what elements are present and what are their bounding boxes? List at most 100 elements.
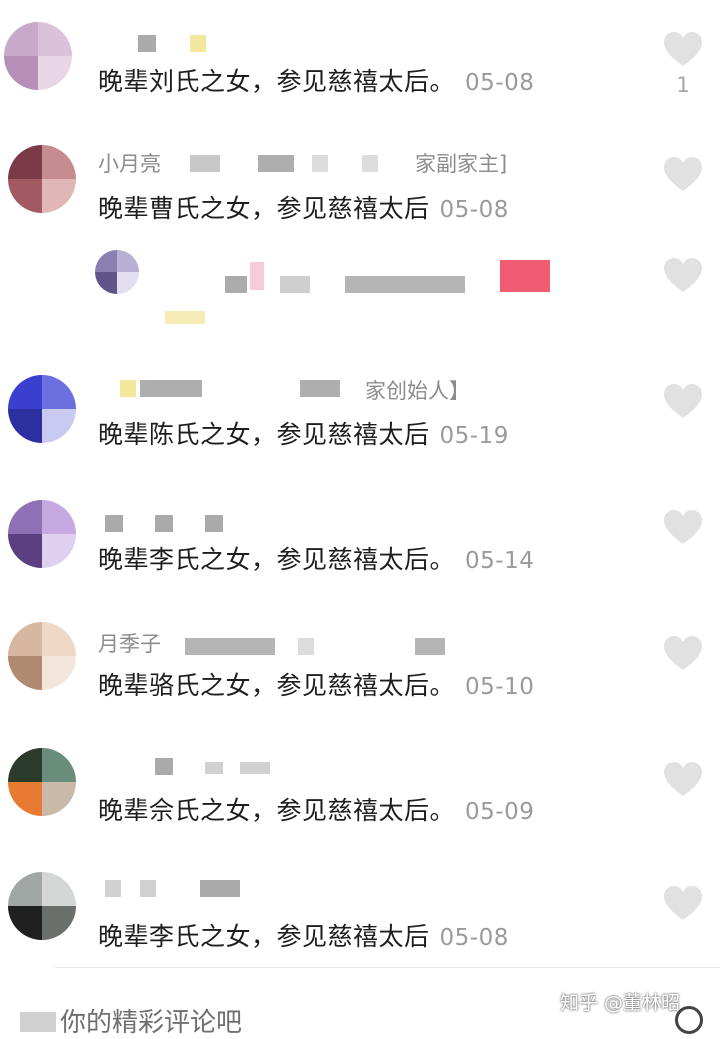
avatar-pixel [42,656,76,690]
blurred-reply-content [345,276,465,293]
blurred-username [105,880,121,897]
avatar-pixel [8,656,42,690]
blurred-input-prefix [20,1012,56,1032]
blurred-username [185,638,275,655]
family-badge: 家创始人】 [365,379,470,403]
blurred-reply-content [500,260,550,292]
avatar-pixel [8,782,42,816]
comment-input-placeholder[interactable]: 你的精彩评论吧 [60,1002,242,1039]
blurred-username [138,35,156,52]
blurred-username [155,515,173,532]
blurred-username [300,380,340,397]
blurred-username [415,638,445,655]
avatar-pixel [42,534,76,568]
comment-body: 晚辈李氏之女，参见慈禧太后 [98,922,430,951]
avatar-pixel [8,872,42,906]
heart-icon[interactable] [663,510,703,546]
avatar[interactable] [8,500,76,568]
avatar[interactable] [4,22,72,90]
avatar-pixel [8,534,42,568]
heart-icon[interactable] [663,762,703,798]
emoji-icon[interactable] [675,1006,703,1034]
blurred-username [362,155,378,172]
blurred-reply-content [225,276,247,293]
blurred-username [205,762,223,774]
avatar-pixel [38,22,72,56]
avatar-pixel [42,409,76,443]
comment-text: 晚辈曹氏之女，参见慈禧太后 05-08 [98,189,509,225]
avatar-pixel [42,179,76,213]
family-badge: 家副家主] [415,152,508,176]
avatar-pixel [42,145,76,179]
comment-body: 晚辈陈氏之女，参见慈禧太后 [98,420,430,449]
comment-text: 晚辈李氏之女，参见慈禧太后 05-08 [98,917,509,953]
blurred-username [155,758,173,775]
avatar-pixel [8,375,42,409]
blurred-username [240,762,270,774]
comment-date: 05-19 [439,423,509,449]
comment-body: 晚辈李氏之女，参见慈禧太后。 [98,545,456,574]
heart-icon[interactable] [663,258,703,294]
avatar[interactable] [8,145,76,213]
heart-icon[interactable] [663,886,703,922]
blurred-username [258,155,294,172]
comment-body: 晚辈刘氏之女，参见慈禧太后。 [98,67,456,96]
avatar-pixel [42,906,76,940]
comment-text: 晚辈李氏之女，参见慈禧太后。 05-14 [98,540,534,576]
reply-avatar[interactable] [95,250,139,294]
blurred-username [205,515,223,532]
avatar-pixel [8,145,42,179]
comment-text: 晚辈骆氏之女，参见慈禧太后。 05-10 [98,666,534,702]
blurred-username [200,880,240,897]
blurred-reply-content [250,262,264,290]
blurred-username [190,35,206,52]
like-count: 1 [676,73,690,97]
blurred-username [190,155,220,172]
heart-icon[interactable] [663,32,703,68]
heart-icon[interactable] [663,157,703,193]
avatar-pixel [4,22,38,56]
comment-body: 晚辈佘氏之女，参见慈禧太后。 [98,796,456,825]
username[interactable]: 月季子 [98,628,161,658]
comment-date: 05-10 [465,674,535,700]
comment-date: 05-08 [465,70,535,96]
watermark: 知乎 @董林昭 [560,992,681,1014]
avatar[interactable] [8,872,76,940]
avatar-pixel [8,500,42,534]
username[interactable]: 小月亮 [98,148,161,178]
comment-text: 晚辈刘氏之女，参见慈禧太后。 05-08 [98,62,534,98]
avatar[interactable] [8,375,76,443]
blurred-username [298,638,314,655]
avatar-pixel [8,622,42,656]
blurred-reply-date [165,311,205,324]
avatar[interactable] [8,748,76,816]
heart-icon[interactable] [663,636,703,672]
comment-date: 05-08 [439,925,509,951]
avatar-pixel [117,250,139,272]
avatar-pixel [42,500,76,534]
avatar-pixel [38,56,72,90]
comment-text: 晚辈陈氏之女，参见慈禧太后 05-19 [98,415,509,451]
avatar-pixel [95,250,117,272]
avatar-pixel [42,748,76,782]
blurred-username [105,515,123,532]
comment-text: 晚辈佘氏之女，参见慈禧太后。 05-09 [98,791,534,827]
heart-icon[interactable] [663,384,703,420]
avatar-pixel [8,179,42,213]
avatar-pixel [95,272,117,294]
blurred-reply-content [280,276,310,293]
avatar-pixel [8,906,42,940]
avatar-pixel [42,782,76,816]
avatar-pixel [117,272,139,294]
divider [55,967,720,968]
comment-body: 晚辈曹氏之女，参见慈禧太后 [98,194,430,223]
comment-date: 05-14 [465,548,535,574]
avatar-pixel [8,748,42,782]
comment-body: 晚辈骆氏之女，参见慈禧太后。 [98,671,456,700]
avatar-pixel [42,375,76,409]
blurred-username [312,155,328,172]
blurred-username [140,380,202,397]
blurred-username [120,380,136,397]
blurred-username [140,880,156,897]
avatar[interactable] [8,622,76,690]
